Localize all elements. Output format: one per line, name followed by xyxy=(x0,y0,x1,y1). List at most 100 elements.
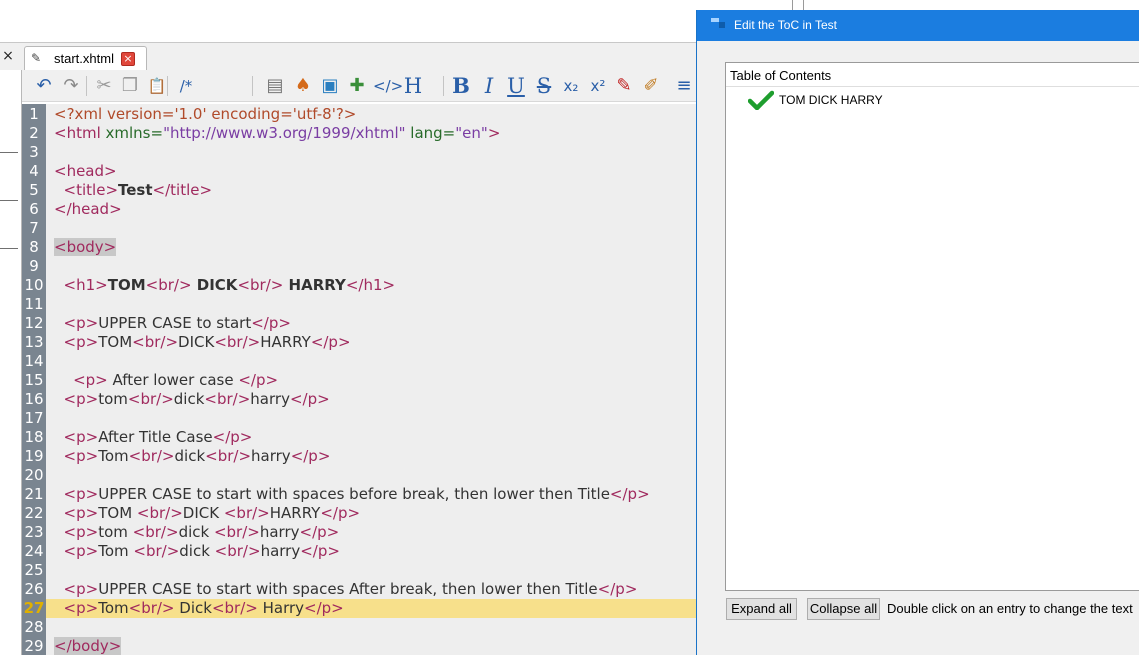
code-token: harry xyxy=(260,542,301,560)
left-panel-divider xyxy=(0,248,18,249)
copy-icon[interactable]: ❐ xyxy=(118,74,142,98)
dialog-title-bar[interactable]: Edit the ToC in Test xyxy=(697,10,1139,41)
underline-icon[interactable]: U xyxy=(504,74,528,98)
window-divider xyxy=(803,0,804,10)
toc-entry[interactable]: TOM DICK HARRY xyxy=(726,89,1139,111)
code-line[interactable]: 22 <p>TOM <br/>DICK <br/>HARRY</p> xyxy=(24,504,697,523)
superscript-icon[interactable]: x² xyxy=(586,74,610,98)
code-token: </p> xyxy=(299,523,340,541)
code-token: <br/> xyxy=(213,523,260,541)
tab-close-icon[interactable]: × xyxy=(121,52,135,66)
code-line[interactable]: 6 </head> xyxy=(29,200,697,219)
check-icon xyxy=(748,90,774,110)
window-divider xyxy=(792,0,793,10)
code-token: <p> xyxy=(63,485,99,503)
line-number: 26 xyxy=(24,580,44,598)
paint-brush-icon[interactable]: ✎ xyxy=(612,74,636,98)
code-token: <html xyxy=(54,124,106,142)
line-number: 29 xyxy=(24,637,44,655)
italic-icon[interactable]: I xyxy=(477,74,501,98)
code-editor[interactable]: 1 <?xml version='1.0' encoding='utf-8'?> 2… xyxy=(24,104,697,655)
code-token: Tom xyxy=(98,599,129,617)
code-token: After lower case xyxy=(107,371,239,389)
insert-image-icon[interactable]: ▣ xyxy=(318,74,342,98)
code-line[interactable]: 28 xyxy=(24,618,697,637)
line-number: 8 xyxy=(29,238,39,256)
bold-icon[interactable]: B xyxy=(449,74,473,98)
code-token: <p> xyxy=(63,599,99,617)
clear-format-icon[interactable]: ✐ xyxy=(639,74,663,98)
code-tag-icon[interactable]: </> xyxy=(373,74,403,98)
code-line[interactable]: 27 <p>Tom<br/> Dick<br/> Harry</p> xyxy=(24,599,697,618)
subscript-icon[interactable]: x₂ xyxy=(559,74,583,98)
comment-icon[interactable]: /* xyxy=(174,74,198,98)
code-line[interactable]: 17 xyxy=(24,409,697,428)
paste-icon[interactable]: 📋 xyxy=(145,74,169,98)
code-token: <br/> xyxy=(128,599,175,617)
insert-file-icon[interactable]: ▤ xyxy=(263,74,287,98)
line-number: 11 xyxy=(24,295,44,313)
code-line[interactable]: 11 xyxy=(24,295,697,314)
code-line[interactable]: 26 <p>UPPER CASE to start with spaces Af… xyxy=(24,580,697,599)
code-line[interactable]: 7 xyxy=(29,219,697,238)
expand-all-button[interactable]: Expand all xyxy=(726,598,797,620)
code-line[interactable]: 10 <h1>TOM<br/> DICK<br/> HARRY</h1> xyxy=(24,276,697,295)
code-token: </p> xyxy=(304,599,344,617)
code-line[interactable]: 25 xyxy=(24,561,697,580)
code-token: <p> xyxy=(63,447,99,465)
code-token: <p> xyxy=(63,523,99,541)
redo-icon[interactable]: ↷ xyxy=(59,74,83,98)
code-token: <br/> xyxy=(211,599,258,617)
code-token: <br/> xyxy=(214,542,261,560)
code-line[interactable]: 13 <p>TOM<br/>DICK<br/>HARRY</p> xyxy=(24,333,697,352)
code-token: </p> xyxy=(320,504,361,522)
code-token: </p> xyxy=(251,314,291,332)
split-icon[interactable]: ✚ xyxy=(345,74,369,98)
code-text: <title>Test</title> xyxy=(54,181,213,200)
heading-icon[interactable]: H xyxy=(401,74,425,98)
code-line[interactable]: 3 xyxy=(29,143,697,162)
align-left-icon[interactable]: ≡ xyxy=(672,74,696,98)
code-line[interactable]: 4 <head> xyxy=(29,162,697,181)
code-token: TOM xyxy=(107,276,146,294)
code-line[interactable]: 15 <p> After lower case </p> xyxy=(24,371,697,390)
code-token: "http://www.w3.org/1999/xhtml" xyxy=(163,124,406,142)
code-line[interactable]: 9 xyxy=(29,257,697,276)
insert-special-char-icon[interactable]: ♠ xyxy=(291,74,315,98)
code-line[interactable]: 14 xyxy=(24,352,697,371)
toc-tree[interactable]: Table of Contents TOM DICK HARRY xyxy=(725,62,1139,591)
code-line[interactable]: 18 <p>After Title Case</p> xyxy=(24,428,697,447)
strikethrough-icon[interactable]: S xyxy=(532,74,556,98)
code-token: After Title Case xyxy=(98,428,213,446)
undo-icon[interactable]: ↶ xyxy=(32,74,56,98)
code-line[interactable]: 29 </body> xyxy=(24,637,697,655)
line-number: 5 xyxy=(29,181,39,199)
code-line[interactable]: 5 <title>Test</title> xyxy=(29,181,697,200)
code-text: <html xmlns="http://www.w3.org/1999/xhtm… xyxy=(54,124,500,143)
code-line[interactable]: 1 <?xml version='1.0' encoding='utf-8'?> xyxy=(29,105,697,124)
code-line[interactable]: 20 xyxy=(24,466,697,485)
code-line[interactable]: 24 <p>Tom <br/>dick <br/>harry</p> xyxy=(24,542,697,561)
code-line[interactable]: 12 <p>UPPER CASE to start</p> xyxy=(24,314,697,333)
code-line[interactable]: 21 <p>UPPER CASE to start with spaces be… xyxy=(24,485,697,504)
code-line[interactable]: 2 <html xmlns="http://www.w3.org/1999/xht… xyxy=(29,124,697,143)
tab-label: start.xhtml xyxy=(54,51,114,66)
code-token: </p> xyxy=(609,485,650,503)
panel-close-icon[interactable]: × xyxy=(0,46,16,66)
code-line[interactable]: 23 <p>tom <br/>dick <br/>harry</p> xyxy=(24,523,697,542)
code-token: <br/> xyxy=(205,447,252,465)
code-token: <br/> xyxy=(136,504,183,522)
code-token: Tom xyxy=(98,447,129,465)
code-token: UPPER CASE to start with spaces After br… xyxy=(98,580,598,598)
code-token: <head> xyxy=(54,162,117,180)
code-line[interactable]: 16 <p>tom<br/>dick<br/>harry</p> xyxy=(24,390,697,409)
code-line[interactable]: 19 <p>Tom<br/>dick<br/>harry</p> xyxy=(24,447,697,466)
tab-start-xhtml[interactable]: ✎ start.xhtml × xyxy=(24,46,147,71)
left-panel-divider xyxy=(0,200,18,201)
cut-icon[interactable]: ✂ xyxy=(92,74,116,98)
collapse-all-button[interactable]: Collapse all xyxy=(807,598,880,620)
code-line[interactable]: 8 <body> xyxy=(29,238,697,257)
